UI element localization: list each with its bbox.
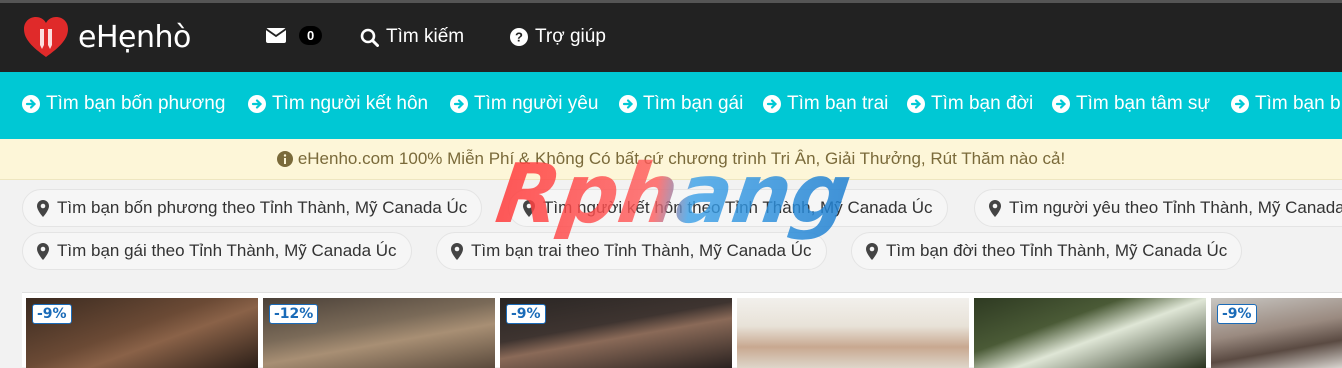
location-link-label: Tìm bạn trai theo Tỉnh Thành, Mỹ Canada … — [471, 241, 812, 260]
search-label: Tìm kiếm — [386, 26, 465, 47]
notice-text: eHenho.com 100% Miễn Phí & Không Có bất … — [297, 149, 1066, 168]
category-label: Tìm người yêu — [474, 93, 599, 114]
map-marker-icon — [866, 242, 878, 260]
profile-photo-card[interactable]: -9% — [1211, 298, 1342, 368]
category-link[interactable]: Tìm người yêu — [450, 93, 598, 115]
svg-text:?: ? — [515, 30, 523, 45]
arrow-circle-right-icon — [1231, 95, 1249, 113]
arrow-circle-right-icon — [22, 95, 40, 113]
arrow-circle-right-icon — [763, 95, 781, 113]
category-link[interactable]: Tìm người kết hôn — [248, 93, 428, 115]
category-bar: Tìm bạn bốn phương Tìm người kết hôn Tìm… — [0, 72, 1342, 139]
search-icon — [360, 28, 379, 47]
location-link-label: Tìm bạn bốn phương theo Tỉnh Thành, Mỹ C… — [57, 198, 468, 217]
category-link[interactable]: Tìm bạn gái — [619, 93, 743, 115]
discount-badge: -12% — [269, 304, 319, 324]
discount-badge: -9% — [506, 304, 546, 324]
arrow-circle-right-icon — [619, 95, 637, 113]
location-link[interactable]: Tìm người kết hôn theo Tỉnh Thành, Mỹ Ca… — [508, 189, 948, 227]
location-link-label: Tìm người yêu theo Tỉnh Thành, Mỹ Canada… — [1009, 198, 1342, 217]
location-link-label: Tìm bạn đời theo Tỉnh Thành, Mỹ Canada Ú… — [886, 241, 1228, 260]
category-label: Tìm bạn gái — [643, 93, 744, 114]
location-link-label: Tìm người kết hôn theo Tỉnh Thành, Mỹ Ca… — [543, 198, 933, 217]
category-label: Tìm người kết hôn — [272, 93, 429, 114]
profile-photo-card[interactable]: -9% — [500, 298, 732, 368]
arrow-circle-right-icon — [450, 95, 468, 113]
category-link[interactable]: Tìm bạn đời — [907, 93, 1033, 115]
profile-photo-grid: -9% -12% -9% -9% — [22, 292, 1342, 368]
message-count-badge: 0 — [299, 26, 323, 45]
profile-photo-card[interactable] — [737, 298, 969, 368]
discount-badge: -9% — [1217, 304, 1257, 324]
category-label: Tìm bạn đời — [931, 93, 1034, 114]
heart-logo-icon — [24, 17, 68, 57]
site-logo[interactable]: eHẹnhò — [22, 15, 191, 59]
category-link[interactable]: Tìm bạn tâm sự — [1052, 93, 1210, 115]
category-label: Tìm bạn bốn phương — [46, 93, 226, 114]
location-link-label: Tìm bạn gái theo Tỉnh Thành, Mỹ Canada Ú… — [57, 241, 397, 260]
location-link[interactable]: Tìm bạn trai theo Tỉnh Thành, Mỹ Canada … — [436, 232, 827, 270]
help-link[interactable]: ? Trợ giúp — [510, 26, 606, 48]
category-link[interactable]: Tìm bạn b — [1231, 93, 1341, 115]
arrow-circle-right-icon — [1052, 95, 1070, 113]
map-marker-icon — [523, 199, 535, 217]
location-link[interactable]: Tìm bạn bốn phương theo Tỉnh Thành, Mỹ C… — [22, 189, 483, 227]
category-link[interactable]: Tìm bạn trai — [763, 93, 888, 115]
question-circle-icon: ? — [510, 28, 528, 46]
location-link[interactable]: Tìm bạn đời theo Tỉnh Thành, Mỹ Canada Ú… — [851, 232, 1243, 270]
free-notice-banner: eHenho.com 100% Miễn Phí & Không Có bất … — [0, 139, 1342, 180]
help-label: Trợ giúp — [535, 26, 606, 47]
category-label: Tìm bạn b — [1255, 93, 1341, 114]
profile-photo-card[interactable]: -9% — [26, 298, 258, 368]
search-link[interactable]: Tìm kiếm — [360, 26, 464, 48]
logo-text: eHẹnhò — [78, 19, 191, 55]
arrow-circle-right-icon — [248, 95, 266, 113]
profile-photo-card[interactable] — [974, 298, 1206, 368]
messages-button[interactable]: 0 — [266, 26, 323, 45]
discount-badge: -9% — [32, 304, 72, 324]
info-circle-icon — [276, 151, 293, 167]
top-navbar: eHẹnhò 0 Tìm kiếm ? Trợ giúp — [0, 0, 1342, 72]
category-label: Tìm bạn tâm sự — [1076, 93, 1211, 114]
category-link[interactable]: Tìm bạn bốn phương — [22, 93, 225, 115]
map-marker-icon — [37, 199, 49, 217]
envelope-icon — [266, 28, 286, 43]
arrow-circle-right-icon — [907, 95, 925, 113]
location-link[interactable]: Tìm bạn gái theo Tỉnh Thành, Mỹ Canada Ú… — [22, 232, 412, 270]
location-link[interactable]: Tìm người yêu theo Tỉnh Thành, Mỹ Canada… — [974, 189, 1342, 227]
map-marker-icon — [37, 242, 49, 260]
map-marker-icon — [451, 242, 463, 260]
profile-photo-card[interactable]: -12% — [263, 298, 495, 368]
map-marker-icon — [989, 199, 1001, 217]
category-label: Tìm bạn trai — [787, 93, 889, 114]
